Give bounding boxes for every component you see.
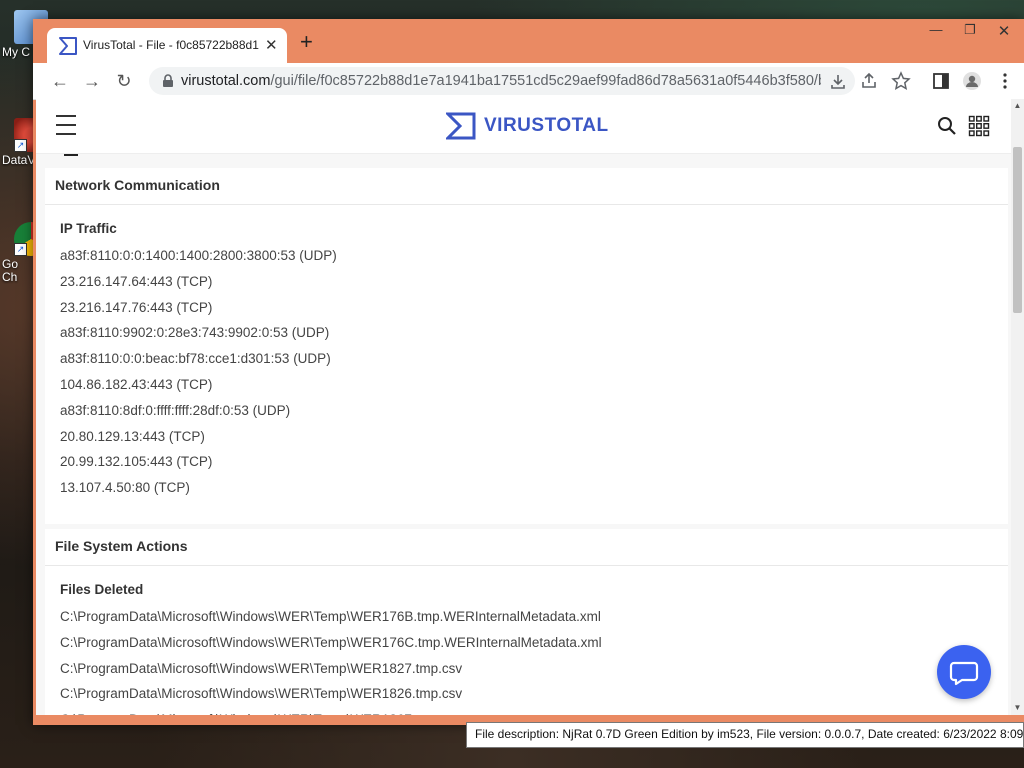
- page-scrollbar[interactable]: ▲ ▼: [1011, 99, 1024, 715]
- shortcut-arrow-icon: ↗: [14, 243, 27, 256]
- desktop-icon-google-chrome[interactable]: ↗ Go Ch: [0, 222, 48, 284]
- desktop-icon-datav[interactable]: ↗ DataV: [0, 118, 48, 167]
- ip-traffic-list: a83f:8110:0:0:1400:1400:2800:3800:53 (UD…: [45, 243, 1008, 501]
- list-item: C:\ProgramData\Microsoft\Windows\WER\Tem…: [60, 660, 463, 676]
- profile-avatar-icon[interactable]: [962, 71, 982, 91]
- card-title: File System Actions: [45, 529, 1008, 566]
- download-icon[interactable]: [829, 73, 847, 91]
- file-info-tooltip: File description: NjRat 0.7D Green Editi…: [466, 722, 1024, 748]
- search-icon[interactable]: [936, 115, 958, 137]
- site-header: VIRUSTOTAL: [36, 99, 1011, 154]
- forward-button[interactable]: →: [81, 70, 103, 92]
- section-label: IP Traffic: [60, 221, 117, 236]
- list-item: 23.216.147.76:443 (TCP): [60, 299, 213, 315]
- list-item: C:\ProgramData\Microsoft\Windows\WER\Tem…: [60, 634, 602, 650]
- list-item: 13.107.4.50:80 (TCP): [60, 480, 190, 496]
- list-item: C:\ProgramData\Microsoft\Windows\WER\Tem…: [60, 609, 601, 624]
- list-item: 20.99.132.105:443 (TCP): [60, 454, 213, 470]
- chat-bubble-icon: [949, 661, 979, 686]
- back-button[interactable]: ←: [49, 70, 71, 92]
- title-bar: VirusTotal - File - f0c85722b88d1 ✕ + — …: [33, 19, 1024, 63]
- browser-menu-icon[interactable]: [995, 71, 1015, 91]
- list-item: a83f:8110:0:0:1400:1400:2800:3800:53 (UD…: [60, 248, 337, 263]
- share-icon[interactable]: [859, 71, 879, 91]
- virustotal-favicon-icon: [59, 37, 77, 55]
- url-text: virustotal.com/gui/file/f0c85722b88d1e7a…: [181, 73, 821, 89]
- browser-toolbar: ← → ↻ virustotal.com/gui/file/f0c85722b8…: [33, 63, 1024, 100]
- maximize-button[interactable]: ❐: [955, 22, 985, 38]
- list-item: C:\ProgramData\Microsoft\Windows\WER\Tem…: [45, 707, 1008, 715]
- virustotal-logo[interactable]: VIRUSTOTAL: [444, 112, 608, 140]
- minimize-button[interactable]: —: [921, 22, 951, 37]
- close-tab-icon[interactable]: ✕: [265, 36, 278, 54]
- scroll-up-arrow-icon[interactable]: ▲: [1013, 101, 1022, 110]
- file-system-actions-card: File System Actions Files Deleted C:\Pro…: [45, 529, 1008, 715]
- hamburger-menu-icon[interactable]: [56, 115, 76, 135]
- reload-button[interactable]: ↻: [113, 70, 135, 92]
- page-viewport: VIRUSTOTAL Network Communication IP Traf…: [36, 99, 1024, 715]
- tab-underline: [64, 154, 78, 156]
- scrollbar-thumb[interactable]: [1013, 147, 1022, 313]
- logo-wordmark: VIRUSTOTAL: [484, 115, 609, 136]
- url-host: virustotal.com: [181, 73, 271, 89]
- virustotal-logo-icon: [444, 112, 476, 140]
- url-path: /gui/file/f0c85722b88d1e7a1941ba17551cd5…: [270, 73, 821, 89]
- browser-window: VirusTotal - File - f0c85722b88d1 ✕ + — …: [33, 19, 1024, 725]
- list-item: 20.80.129.13:443 (TCP): [60, 428, 205, 444]
- section-label: Files Deleted: [60, 582, 144, 597]
- new-tab-button[interactable]: +: [300, 31, 313, 53]
- shortcut-arrow-icon: ↗: [14, 139, 27, 152]
- tab-title: VirusTotal - File - f0c85722b88d1: [83, 38, 259, 52]
- card-title: Network Communication: [45, 168, 1008, 205]
- desktop-icon-label: My C: [2, 46, 30, 59]
- list-item: a83f:8110:8df:0:ffff:ffff:28df:0:53 (UDP…: [60, 402, 291, 418]
- chat-button[interactable]: [937, 645, 991, 699]
- desktop-icon-label: Go Ch: [2, 258, 19, 284]
- list-item: C:\ProgramData\Microsoft\Windows\WER\Tem…: [60, 686, 463, 702]
- desktop-icon-my-computer[interactable]: My C: [0, 10, 48, 59]
- side-panel-icon[interactable]: [931, 71, 951, 91]
- scroll-down-arrow-icon[interactable]: ▼: [1013, 703, 1022, 712]
- list-item: 104.86.182.43:443 (TCP): [60, 376, 213, 392]
- list-item: a83f:8110:9902:0:28e3:743:9902:0:53 (UDP…: [60, 325, 330, 341]
- tab-virustotal[interactable]: VirusTotal - File - f0c85722b88d1 ✕: [47, 28, 287, 63]
- apps-grid-icon[interactable]: [968, 115, 990, 137]
- bookmark-star-icon[interactable]: [891, 71, 911, 91]
- address-bar[interactable]: virustotal.com/gui/file/f0c85722b88d1e7a…: [149, 67, 855, 95]
- lock-icon: [163, 74, 173, 87]
- close-window-button[interactable]: ✕: [989, 22, 1019, 40]
- desktop-icon-label: DataV: [2, 154, 36, 167]
- network-communication-card: Network Communication IP Traffic a83f:81…: [45, 168, 1008, 524]
- list-item: 23.216.147.64:443 (TCP): [60, 273, 213, 289]
- list-item: a83f:8110:0:0:beac:bf78:cce1:d301:53 (UD…: [60, 351, 331, 367]
- files-deleted-list: C:\ProgramData\Microsoft\Windows\WER\Tem…: [45, 604, 1008, 715]
